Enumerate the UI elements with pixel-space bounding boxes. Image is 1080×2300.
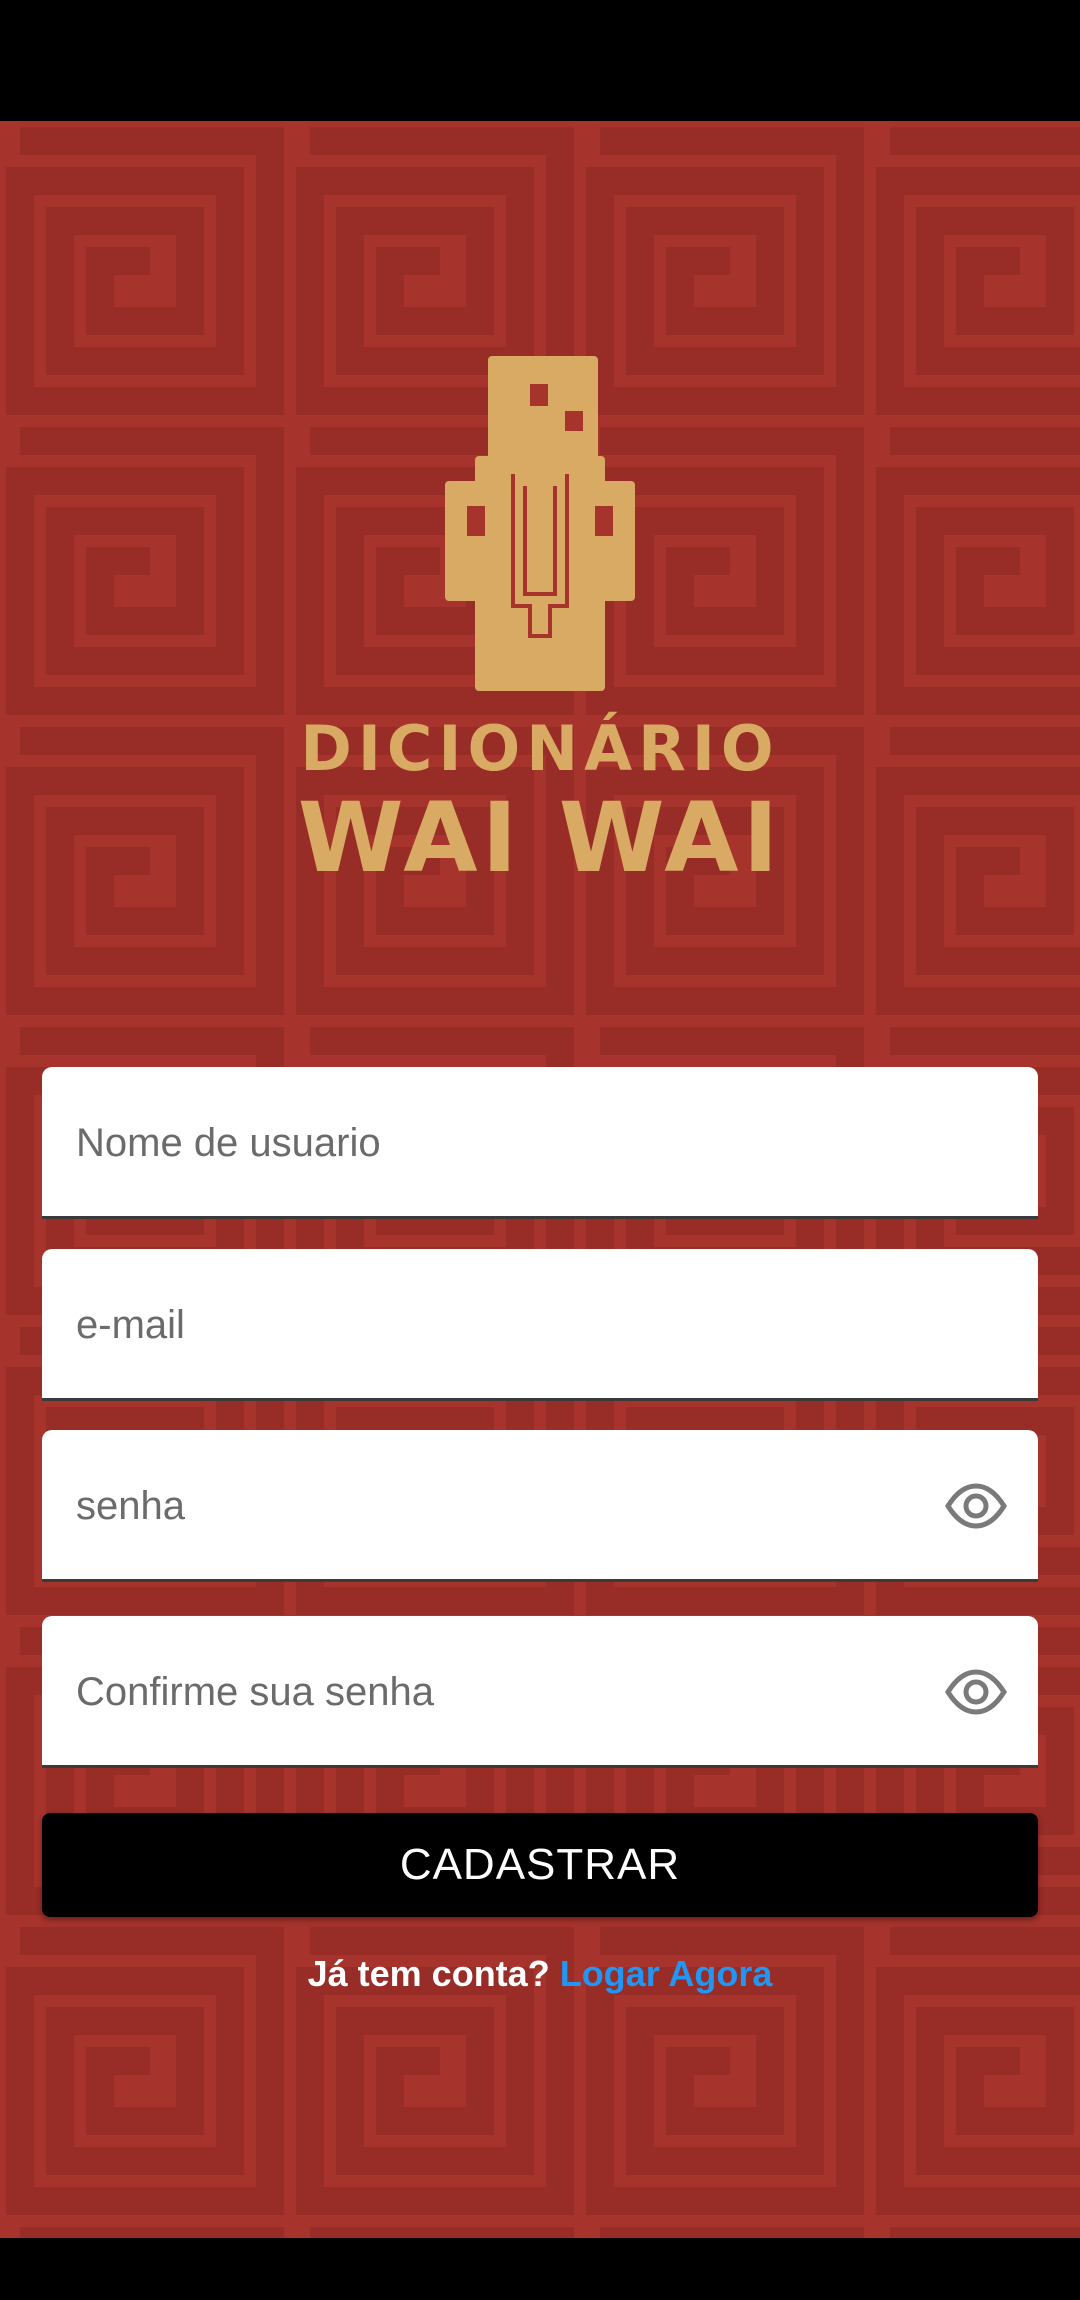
signup-screen: DICIONÁRIO WAI WAI CADASTRAR Já tem cont… <box>0 121 1080 2238</box>
email-input[interactable] <box>74 1249 938 1401</box>
login-prompt-text: Já tem conta? <box>307 1953 550 1994</box>
logo-title-line1: DICIONÁRIO <box>300 712 780 785</box>
password-input[interactable] <box>74 1430 938 1582</box>
login-link[interactable]: Logar Agora <box>560 1953 773 1994</box>
eye-icon[interactable] <box>944 1474 1008 1538</box>
username-field[interactable] <box>42 1067 1038 1219</box>
logo-title-line2: WAI WAI <box>297 782 783 894</box>
login-prompt-row: Já tem conta? Logar Agora <box>0 1953 1080 1995</box>
status-bar <box>0 0 1080 121</box>
navigation-bar <box>0 2238 1080 2300</box>
register-button[interactable]: CADASTRAR <box>42 1813 1038 1917</box>
eye-icon[interactable] <box>944 1660 1008 1724</box>
totem-figure-icon <box>445 356 635 691</box>
confirm-password-field[interactable] <box>42 1616 1038 1768</box>
password-field[interactable] <box>42 1430 1038 1582</box>
confirm-password-input[interactable] <box>74 1616 938 1768</box>
app-logo: DICIONÁRIO WAI WAI <box>0 356 1080 890</box>
username-input[interactable] <box>74 1067 938 1219</box>
email-field[interactable] <box>42 1249 1038 1401</box>
